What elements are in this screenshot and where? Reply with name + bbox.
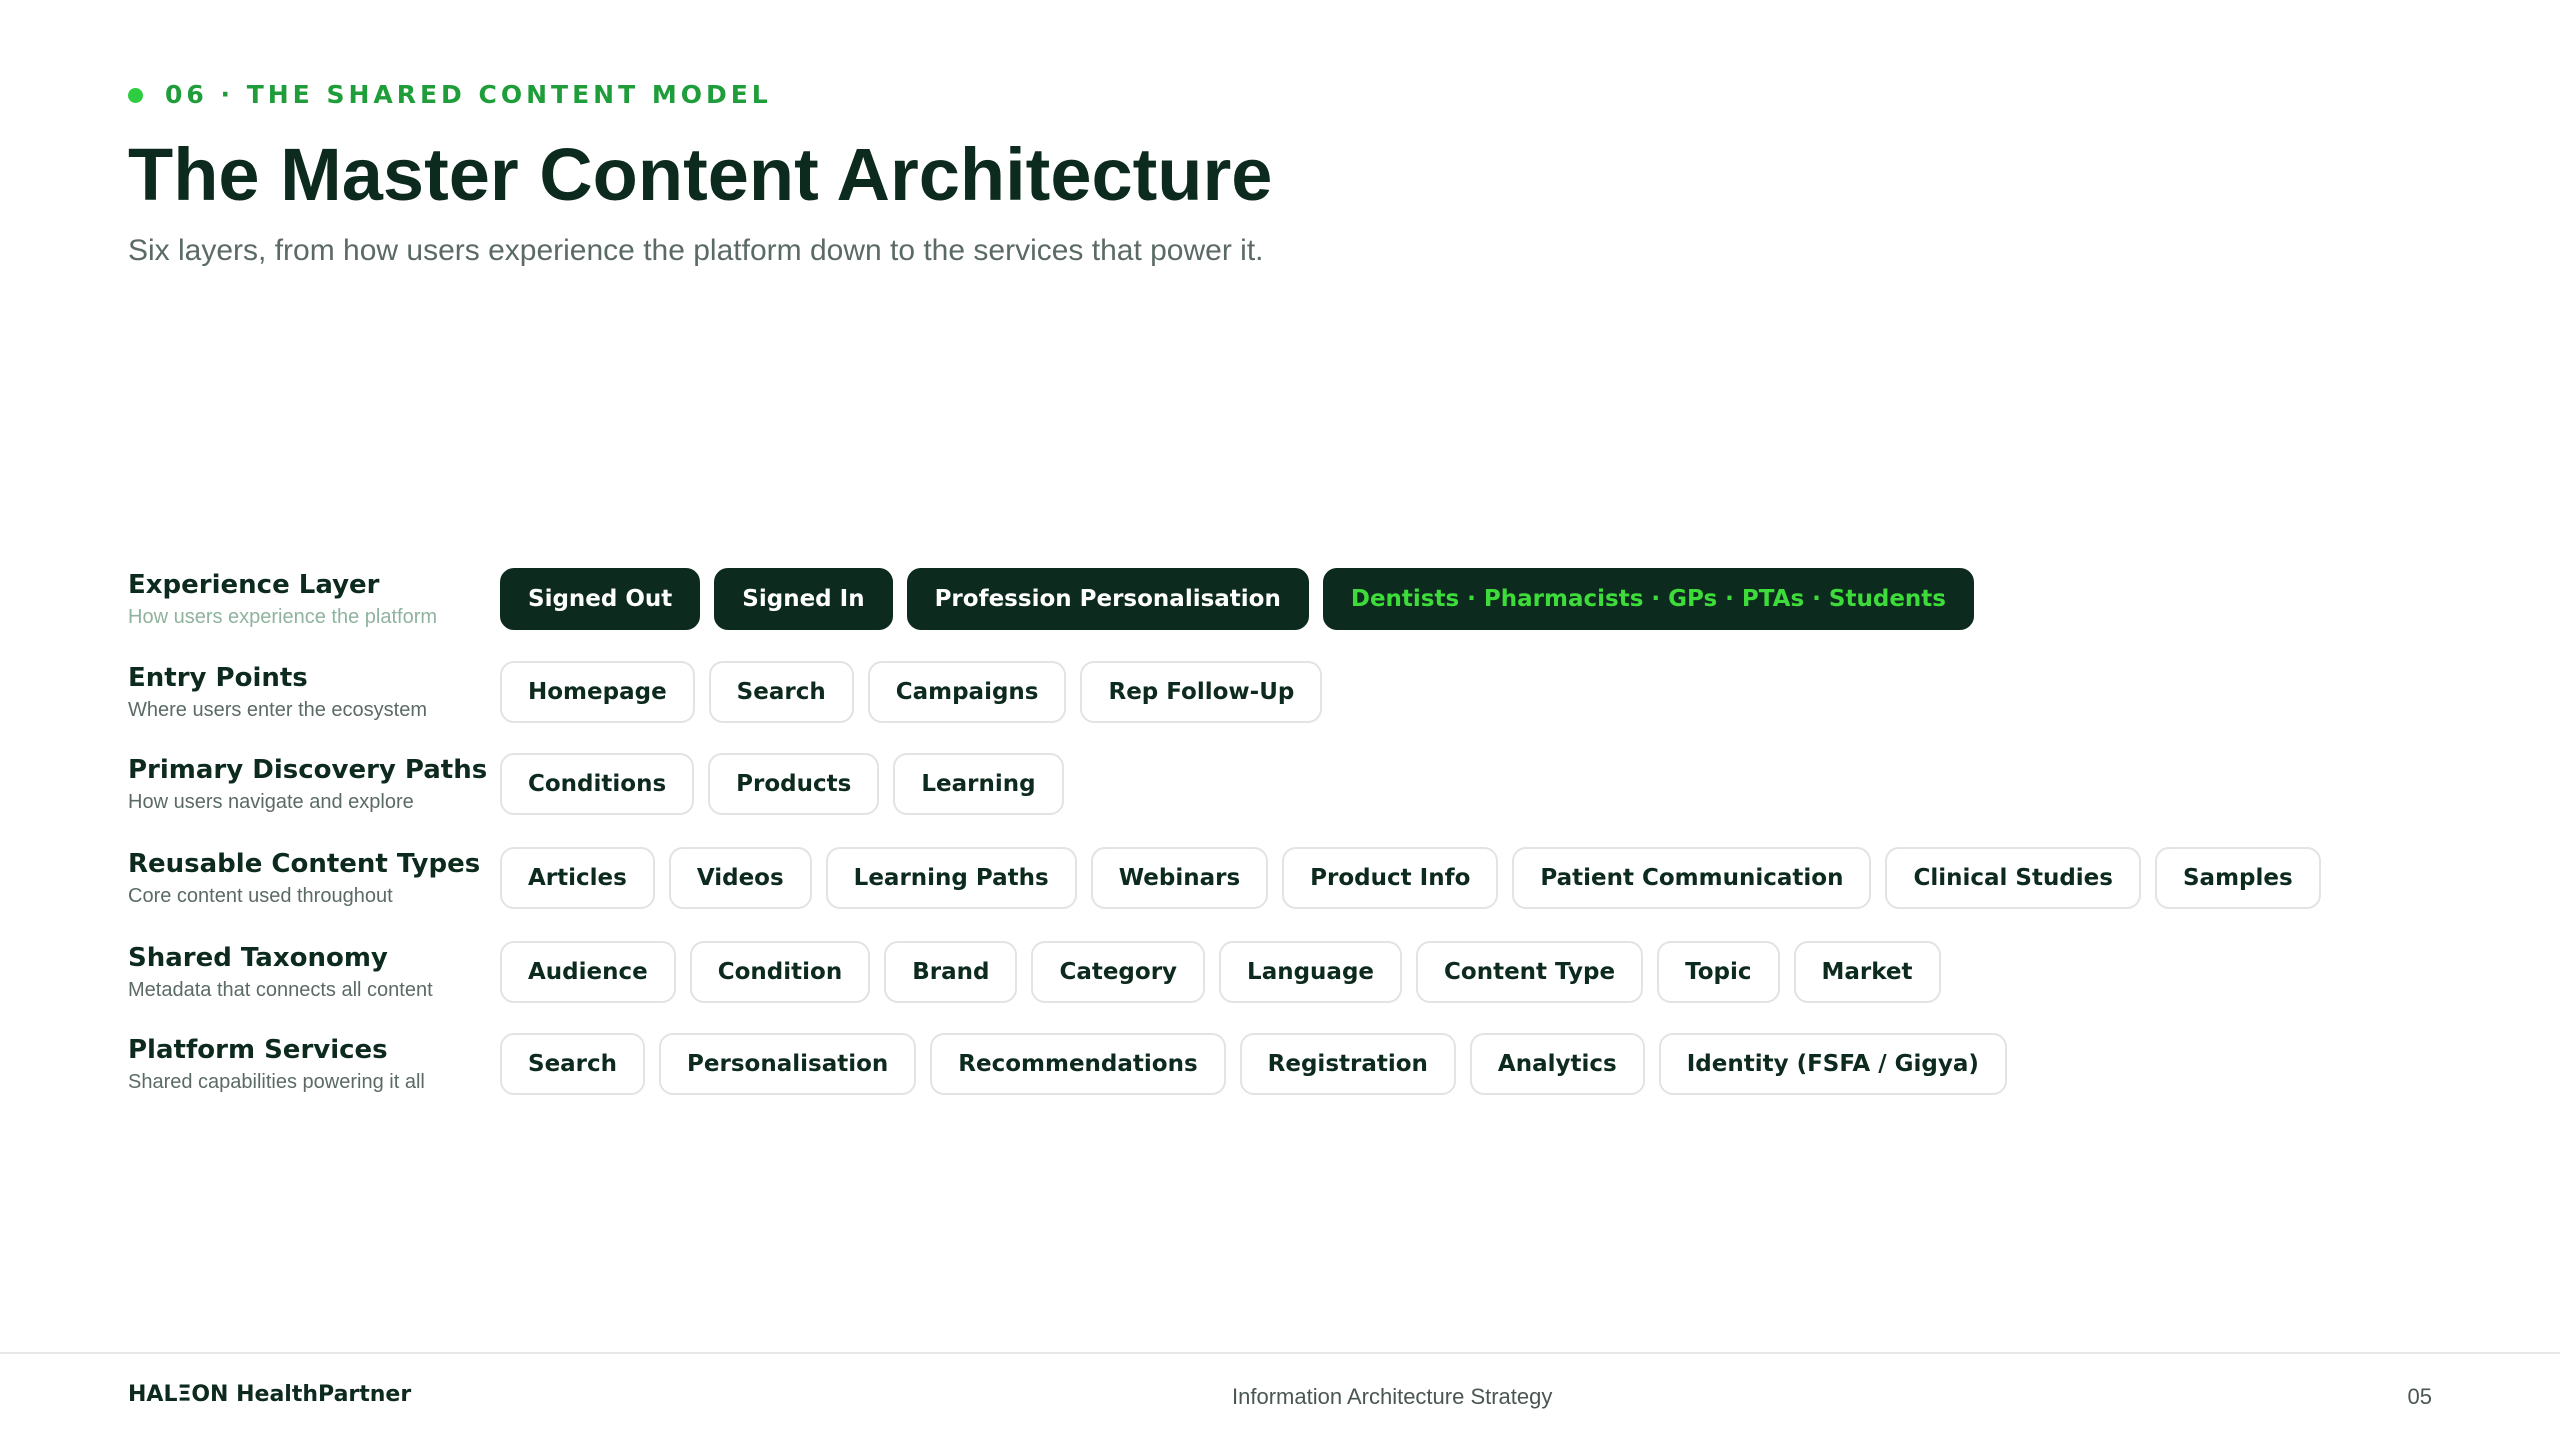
chip-search[interactable]: Search xyxy=(708,661,854,723)
chip-language[interactable]: Language xyxy=(1219,941,1403,1003)
layer-row-discovery-paths: Primary Discovery Paths How users naviga… xyxy=(128,753,2428,833)
chip-profession-personalisation[interactable]: Profession Personalisation xyxy=(906,568,1309,630)
layer-row-taxonomy: Shared Taxonomy Metadata that connects a… xyxy=(128,941,2428,1021)
page-number: 05 xyxy=(2407,1384,2432,1409)
layer-row-platform-services: Platform Services Shared capabilities po… xyxy=(128,1033,2428,1113)
layer-description: Shared capabilities powering it all xyxy=(128,1071,425,1093)
layer-description: Core content used throughout xyxy=(128,885,393,907)
chip-audience[interactable]: Audience xyxy=(500,941,676,1003)
brand-logo: HALΞON HealthPartner xyxy=(128,1382,412,1407)
chip-clinical-studies[interactable]: Clinical Studies xyxy=(1885,847,2141,909)
chip-identity[interactable]: Identity (FSFA / Gigya) xyxy=(1658,1033,2007,1095)
layer-title: Shared Taxonomy xyxy=(128,943,388,973)
layer-row-experience: Experience Layer How users experience th… xyxy=(128,568,2428,648)
section-eyebrow: 06 · THE SHARED CONTENT MODEL xyxy=(128,80,772,109)
chip-rep-follow-up[interactable]: Rep Follow-Up xyxy=(1080,661,1323,723)
layer-chips: Homepage Search Campaigns Rep Follow-Up xyxy=(500,661,1323,723)
layer-label: Reusable Content Types Core content used… xyxy=(128,849,481,908)
footer-title: Information Architecture Strategy xyxy=(1232,1384,1553,1409)
chip-conditions[interactable]: Conditions xyxy=(500,753,695,815)
chip-category[interactable]: Category xyxy=(1031,941,1206,1003)
chip-search-service[interactable]: Search xyxy=(500,1033,646,1095)
layer-label: Platform Services Shared capabilities po… xyxy=(128,1035,468,1094)
layer-chips: Articles Videos Learning Paths Webinars … xyxy=(500,847,2321,909)
layer-description: Where users enter the ecosystem xyxy=(128,699,428,721)
layer-chips: Search Personalisation Recommendations R… xyxy=(500,1033,2007,1095)
chip-articles[interactable]: Articles xyxy=(500,847,655,909)
layer-title: Entry Points xyxy=(128,663,308,693)
layer-label: Experience Layer How users experience th… xyxy=(128,570,468,629)
chip-topic[interactable]: Topic xyxy=(1657,941,1780,1003)
layer-description: How users experience the platform xyxy=(128,606,438,628)
chip-homepage[interactable]: Homepage xyxy=(500,661,695,723)
chip-webinars[interactable]: Webinars xyxy=(1090,847,1269,909)
chip-registration[interactable]: Registration xyxy=(1239,1033,1456,1095)
layer-description: Metadata that connects all content xyxy=(128,979,433,1001)
chip-analytics[interactable]: Analytics xyxy=(1469,1033,1645,1095)
chip-signed-in[interactable]: Signed In xyxy=(714,568,893,630)
layer-row-entry-points: Entry Points Where users enter the ecosy… xyxy=(128,661,2428,741)
layer-chips: Conditions Products Learning xyxy=(500,753,1064,815)
chip-professions-list[interactable]: Dentists · Pharmacists · GPs · PTAs · St… xyxy=(1322,568,1974,630)
layer-label: Primary Discovery Paths How users naviga… xyxy=(128,755,488,814)
layer-title: Platform Services xyxy=(128,1035,388,1065)
chip-content-type[interactable]: Content Type xyxy=(1416,941,1644,1003)
eyebrow-text: 06 · THE SHARED CONTENT MODEL xyxy=(165,80,772,109)
chip-personalisation[interactable]: Personalisation xyxy=(659,1033,917,1095)
layer-description: How users navigate and explore xyxy=(128,791,414,813)
layer-chips: Audience Condition Brand Category Langua… xyxy=(500,941,1941,1003)
layer-title: Experience Layer xyxy=(128,570,380,600)
page-subtitle: Six layers, from how users experience th… xyxy=(128,234,1264,267)
chip-signed-out[interactable]: Signed Out xyxy=(500,568,701,630)
chip-campaigns[interactable]: Campaigns xyxy=(867,661,1067,723)
chip-products[interactable]: Products xyxy=(708,753,880,815)
chip-market[interactable]: Market xyxy=(1793,941,1941,1003)
page-title: The Master Content Architecture xyxy=(128,133,1273,216)
chip-recommendations[interactable]: Recommendations xyxy=(930,1033,1226,1095)
layer-chips: Signed Out Signed In Profession Personal… xyxy=(500,568,1974,630)
chip-product-info[interactable]: Product Info xyxy=(1282,847,1499,909)
layer-label: Entry Points Where users enter the ecosy… xyxy=(128,663,468,722)
bullet-dot-icon xyxy=(128,88,143,103)
footer-divider xyxy=(0,1352,2560,1354)
chip-learning-paths[interactable]: Learning Paths xyxy=(825,847,1077,909)
chip-patient-communication[interactable]: Patient Communication xyxy=(1512,847,1872,909)
chip-learning[interactable]: Learning xyxy=(893,753,1064,815)
layer-title: Reusable Content Types xyxy=(128,849,481,879)
chip-videos[interactable]: Videos xyxy=(668,847,812,909)
layer-row-content-types: Reusable Content Types Core content used… xyxy=(128,847,2428,927)
layer-title: Primary Discovery Paths xyxy=(128,755,488,785)
chip-condition[interactable]: Condition xyxy=(689,941,871,1003)
chip-samples[interactable]: Samples xyxy=(2154,847,2321,909)
layer-label: Shared Taxonomy Metadata that connects a… xyxy=(128,943,468,1002)
chip-brand[interactable]: Brand xyxy=(884,941,1018,1003)
